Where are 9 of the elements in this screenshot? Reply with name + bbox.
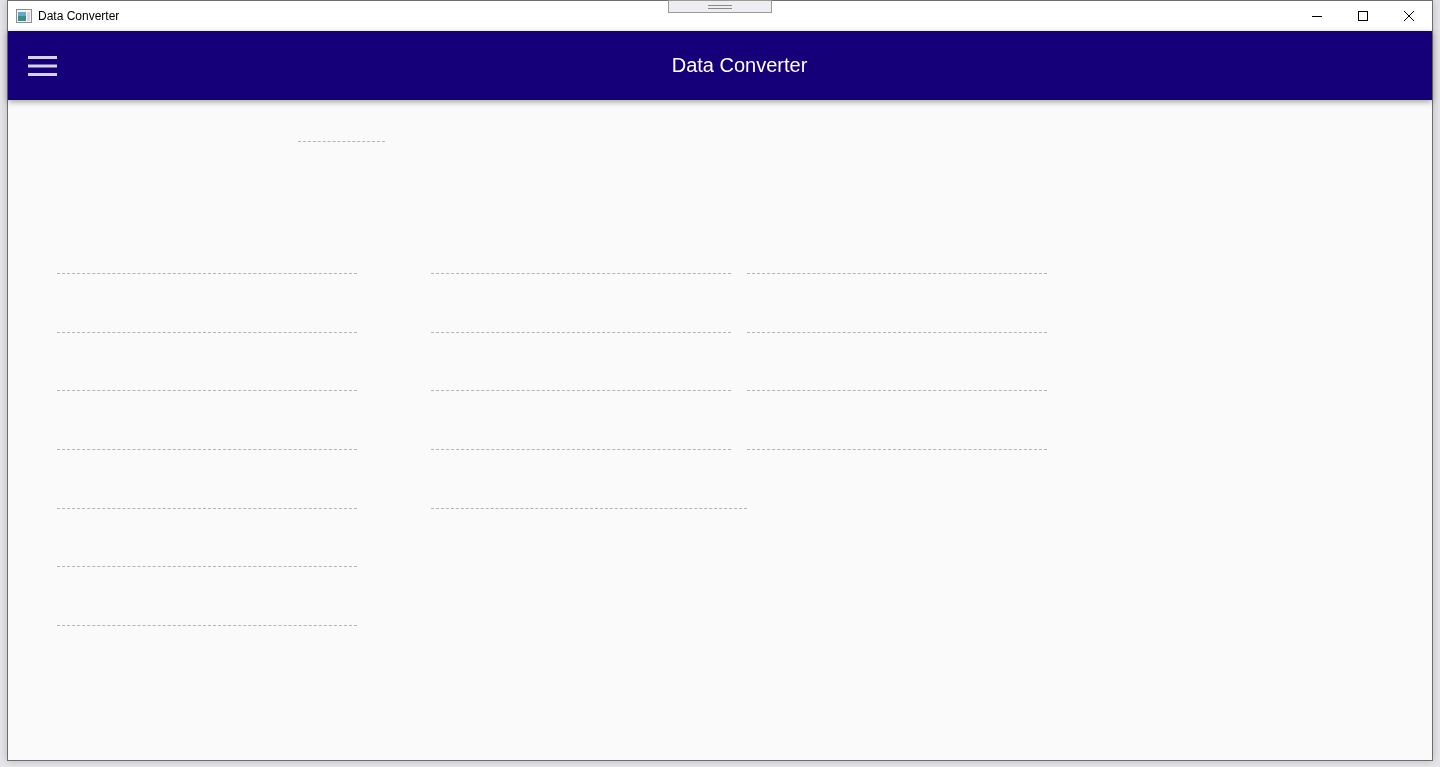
grip-icon xyxy=(708,4,732,9)
app-title: Data Converter xyxy=(671,54,808,77)
window-title: Data Converter xyxy=(38,9,120,23)
minimize-icon xyxy=(1312,15,1322,17)
menu-icon xyxy=(28,55,57,76)
toolbar-tab[interactable] xyxy=(668,0,772,13)
maximize-icon xyxy=(1358,11,1368,21)
window-icon xyxy=(16,9,32,23)
close-icon xyxy=(1404,11,1414,21)
